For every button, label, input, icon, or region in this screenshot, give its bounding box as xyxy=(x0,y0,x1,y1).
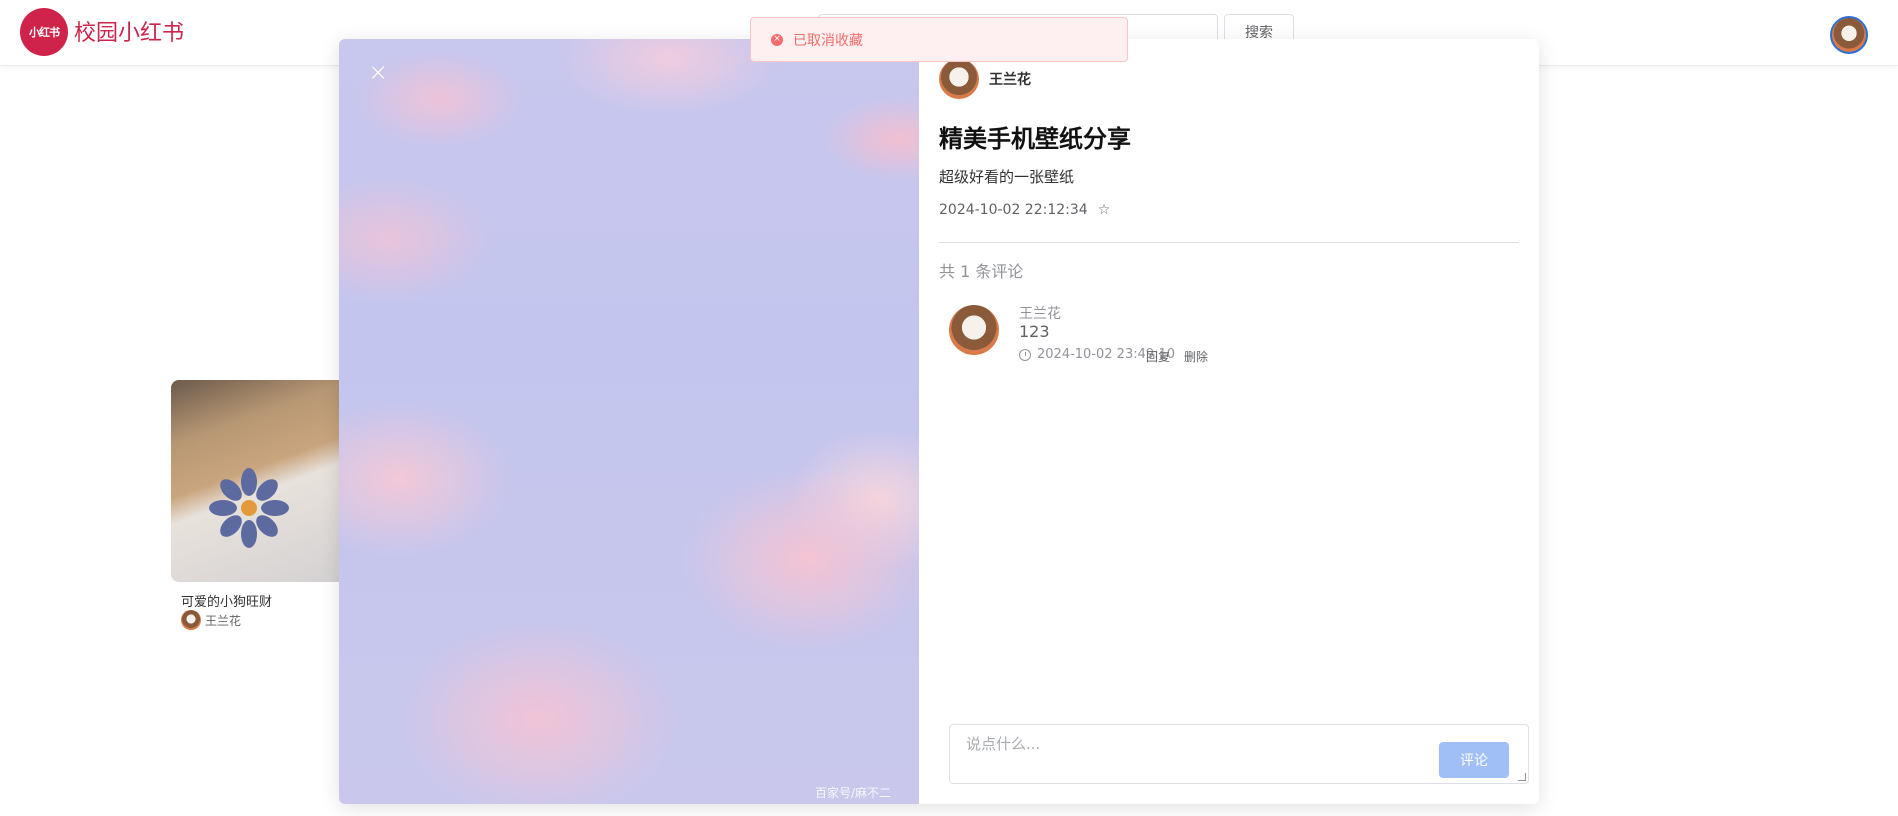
close-icon[interactable]: × xyxy=(367,60,389,84)
comment-input-placeholder: 说点什么... xyxy=(966,735,1041,753)
reply-button[interactable]: 回复 xyxy=(1146,348,1170,365)
resize-handle[interactable] xyxy=(1518,773,1526,781)
comment-text: 123 xyxy=(1019,322,1050,341)
avatar[interactable] xyxy=(949,305,999,355)
divider xyxy=(939,242,1519,243)
avatar[interactable] xyxy=(939,59,979,99)
comment-item: 王兰花 123 2024-10-02 23:49:10 回复 删除 xyxy=(949,303,1509,365)
image-watermark: 百家号/麻不二 xyxy=(815,786,892,800)
note-image: × 百家号/麻不二 xyxy=(339,39,919,804)
note-card-image[interactable] xyxy=(171,380,341,582)
logo-text: 小红书 xyxy=(29,26,60,39)
avatar xyxy=(181,610,201,630)
logo[interactable]: 小红书 xyxy=(20,8,68,56)
note-detail-modal: × 百家号/麻不二 王兰花 精美手机壁纸分享 超级好看的一张壁纸 2024-10… xyxy=(339,39,1539,804)
star-icon[interactable]: ☆ xyxy=(1098,202,1111,218)
post-datetime: 2024-10-02 22:12:34 xyxy=(939,202,1088,218)
note-card-author[interactable]: 王兰花 xyxy=(181,610,241,630)
comment-input[interactable]: 说点什么... 评论 xyxy=(949,724,1529,784)
post-author[interactable]: 王兰花 xyxy=(939,59,1031,99)
author-name[interactable]: 王兰花 xyxy=(989,69,1031,89)
submit-comment-button[interactable]: 评论 xyxy=(1439,742,1509,778)
site-title[interactable]: 校园小红书 xyxy=(74,15,184,47)
user-avatar[interactable] xyxy=(1830,16,1868,54)
toast-text: 已取消收藏 xyxy=(793,32,863,49)
comment-author: 王兰花 xyxy=(1019,306,1061,322)
delete-button[interactable]: 删除 xyxy=(1184,348,1208,365)
toast-message: × 已取消收藏 xyxy=(750,17,1128,62)
comment-count: 共 1 条评论 xyxy=(939,262,1024,281)
flower-pattern xyxy=(209,468,289,548)
note-card-author-name: 王兰花 xyxy=(205,613,242,628)
clock-icon xyxy=(1019,348,1031,361)
post-title: 精美手机壁纸分享 xyxy=(939,125,1131,153)
post-description: 超级好看的一张壁纸 xyxy=(939,168,1075,186)
error-icon: × xyxy=(771,33,783,46)
post-meta: 2024-10-02 22:12:34 ☆ xyxy=(939,202,1110,218)
note-card-title[interactable]: 可爱的小狗旺财 xyxy=(181,591,272,610)
